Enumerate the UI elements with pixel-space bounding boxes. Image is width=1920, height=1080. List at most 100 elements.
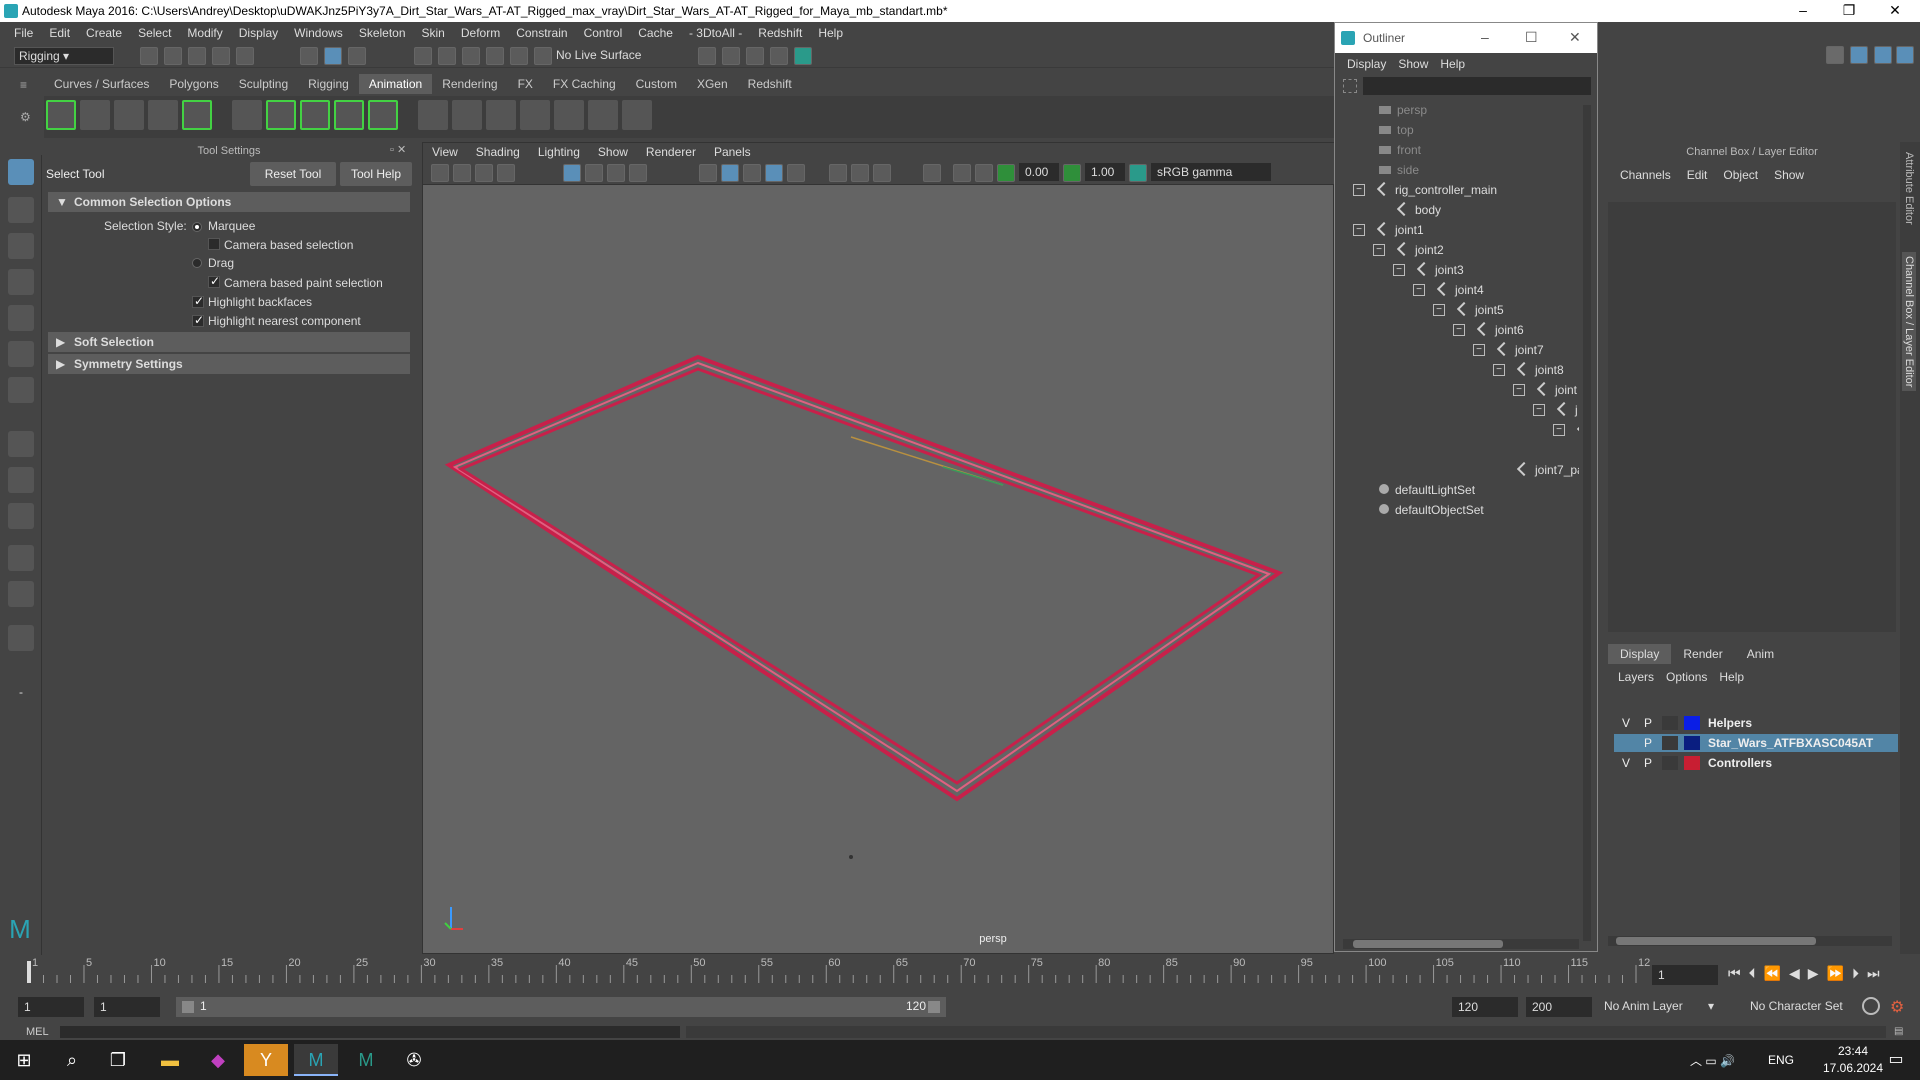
snap-point-icon[interactable] <box>462 47 480 65</box>
set-key-icon[interactable] <box>46 100 76 130</box>
expand-toggle-icon[interactable]: − <box>1413 284 1425 296</box>
channel-menu-item[interactable]: Edit <box>1679 168 1716 188</box>
menu-item[interactable]: Redshift <box>750 26 810 40</box>
shelf-gear-icon[interactable]: ⚙ <box>20 110 34 124</box>
range-slider[interactable]: 1 120 <box>176 997 946 1017</box>
highlight-nearest-checkbox[interactable] <box>192 313 204 327</box>
shelf-tab[interactable]: Redshift <box>738 74 802 94</box>
menu-item[interactable]: Windows <box>286 26 351 40</box>
start-frame-field[interactable]: 1 <box>18 997 84 1017</box>
outliner-minimize-button[interactable]: – <box>1481 29 1489 45</box>
layer-playback-toggle[interactable]: P <box>1640 734 1656 752</box>
textured-icon[interactable] <box>765 164 783 182</box>
shadows-icon[interactable] <box>829 164 847 182</box>
layer-playback-toggle[interactable]: P <box>1640 714 1656 732</box>
screen-space-ao-icon[interactable] <box>851 164 869 182</box>
viewport-menu-item[interactable]: Lighting <box>529 145 589 159</box>
minimize-button[interactable]: – <box>1780 0 1826 22</box>
layer-visibility-toggle[interactable]: V <box>1618 714 1634 732</box>
menu-item[interactable]: Constrain <box>508 26 575 40</box>
outliner-node[interactable]: top <box>1379 121 1414 139</box>
tool-help-button[interactable]: Tool Help <box>340 162 412 186</box>
menu-item[interactable]: Create <box>78 26 130 40</box>
layout-outliner-icon[interactable] <box>8 581 34 607</box>
use-lights-icon[interactable] <box>787 164 805 182</box>
viewport-menu-item[interactable]: Show <box>589 145 637 159</box>
select-tool-icon[interactable] <box>8 159 34 185</box>
outliner-node[interactable]: joint3 <box>1416 261 1464 279</box>
select-hierarchy-icon[interactable] <box>300 47 318 65</box>
current-frame-field[interactable]: 1 <box>1652 965 1718 985</box>
dope-sheet-icon[interactable] <box>114 100 144 130</box>
range-end-handle[interactable] <box>928 1001 940 1013</box>
outliner-h-scrollbar[interactable] <box>1343 939 1579 949</box>
playblast-icon[interactable] <box>182 100 212 130</box>
outliner-node[interactable]: rig_controller_main <box>1376 181 1497 199</box>
cluster-icon[interactable] <box>418 100 448 130</box>
viewport-menu-item[interactable]: Panels <box>705 145 760 159</box>
layer-color-swatch[interactable] <box>1684 736 1700 750</box>
trax-editor-icon[interactable] <box>148 100 178 130</box>
viewport-panel[interactable]: View Shading Lighting Show Renderer Panels 0.… <box>422 142 1335 954</box>
joint-tool-icon[interactable] <box>232 100 262 130</box>
layer-menu-item[interactable]: Options <box>1660 670 1713 690</box>
anim-layer-dropdown[interactable]: No Anim Layer ▾ <box>1604 999 1714 1013</box>
preferences-icon[interactable]: ⚙ <box>1890 997 1908 1016</box>
menu-item[interactable]: Skin <box>414 26 453 40</box>
display-layer-row[interactable]: V P Helpers <box>1614 714 1898 732</box>
outliner-node[interactable]: joint7_pa <box>1516 461 1579 479</box>
single-view-icon[interactable] <box>8 431 34 457</box>
outliner-node[interactable]: joint7 <box>1496 341 1544 359</box>
outliner-node[interactable]: j <box>1556 401 1578 419</box>
new-scene-icon[interactable] <box>140 47 158 65</box>
render-settings-icon[interactable] <box>770 47 788 65</box>
layout-hypershade-icon[interactable] <box>8 625 34 651</box>
blend-shape-icon[interactable] <box>520 100 550 130</box>
yandex-browser-icon[interactable]: Y <box>244 1044 288 1076</box>
image-plane-icon[interactable] <box>497 164 515 182</box>
bind-skin-icon[interactable] <box>334 100 364 130</box>
shelf-tab[interactable]: Animation <box>358 74 433 94</box>
h-scroll-thumb[interactable] <box>1353 940 1503 948</box>
outliner-menu-item[interactable]: Display <box>1341 57 1392 71</box>
last-tool-icon[interactable] <box>8 377 34 403</box>
shelf-tab[interactable]: FX Caching <box>543 74 626 94</box>
auto-key-icon[interactable] <box>1862 997 1880 1015</box>
layer-tab[interactable]: Render <box>1671 644 1734 664</box>
snap-surface-icon[interactable] <box>510 47 528 65</box>
layer-visibility-toggle[interactable]: V <box>1618 754 1634 772</box>
menu-item[interactable]: Cache <box>630 26 681 40</box>
display-layer-row[interactable]: V P Controllers <box>1614 754 1898 772</box>
exposure-icon[interactable] <box>997 164 1015 182</box>
isolate-select-icon[interactable] <box>923 164 941 182</box>
menu-item[interactable]: Select <box>130 26 179 40</box>
outliner-node[interactable]: body <box>1396 201 1441 219</box>
motion-blur-icon[interactable] <box>873 164 891 182</box>
app-icon[interactable]: ◆ <box>196 1044 240 1076</box>
attribute-editor-tab[interactable]: Attribute Editor <box>1903 152 1915 225</box>
outliner-menu-item[interactable]: Help <box>1434 57 1471 71</box>
time-ruler[interactable]: 1 5 10 15 20 25 30 35 40 45 50 55 60 65 70 75 80 85 90 95 10… <box>0 955 1650 985</box>
task-view-icon[interactable]: ❐ <box>96 1044 140 1076</box>
ik-handle-icon[interactable] <box>266 100 296 130</box>
playback-end-field[interactable]: 120 <box>1452 997 1518 1017</box>
expand-toggle-icon[interactable]: − <box>1493 364 1505 376</box>
outliner-node[interactable]: persp <box>1379 101 1427 119</box>
lattice-icon[interactable] <box>452 100 482 130</box>
outliner-menu-item[interactable]: Show <box>1392 57 1434 71</box>
outliner-close-button[interactable]: ✕ <box>1569 29 1581 46</box>
graph-editor-icon[interactable] <box>80 100 110 130</box>
ipr-render-icon[interactable] <box>746 47 764 65</box>
shelf-tab[interactable]: Custom <box>626 74 687 94</box>
layer-type-toggle[interactable] <box>1662 736 1678 750</box>
snap-curve-icon[interactable] <box>438 47 456 65</box>
start-icon[interactable]: ⊞ <box>2 1044 46 1076</box>
display-layer-row[interactable]: P Star_Wars_ATFBXASC045AT <box>1614 734 1898 752</box>
expand-toggle-icon[interactable]: − <box>1373 244 1385 256</box>
maya-taskbar-icon[interactable]: M <box>294 1044 338 1076</box>
time-slider[interactable]: 1 5 10 15 20 25 30 35 40 45 50 55 60 65 70 75 80 85 90 95 10… <box>0 955 1920 985</box>
move-tool-icon[interactable] <box>8 269 34 295</box>
shelf-tab[interactable]: Rigging <box>298 74 359 94</box>
close-panel-icon[interactable]: ▫ ✕ <box>390 143 410 156</box>
shelf-menu-icon[interactable]: ≡ <box>20 78 34 92</box>
